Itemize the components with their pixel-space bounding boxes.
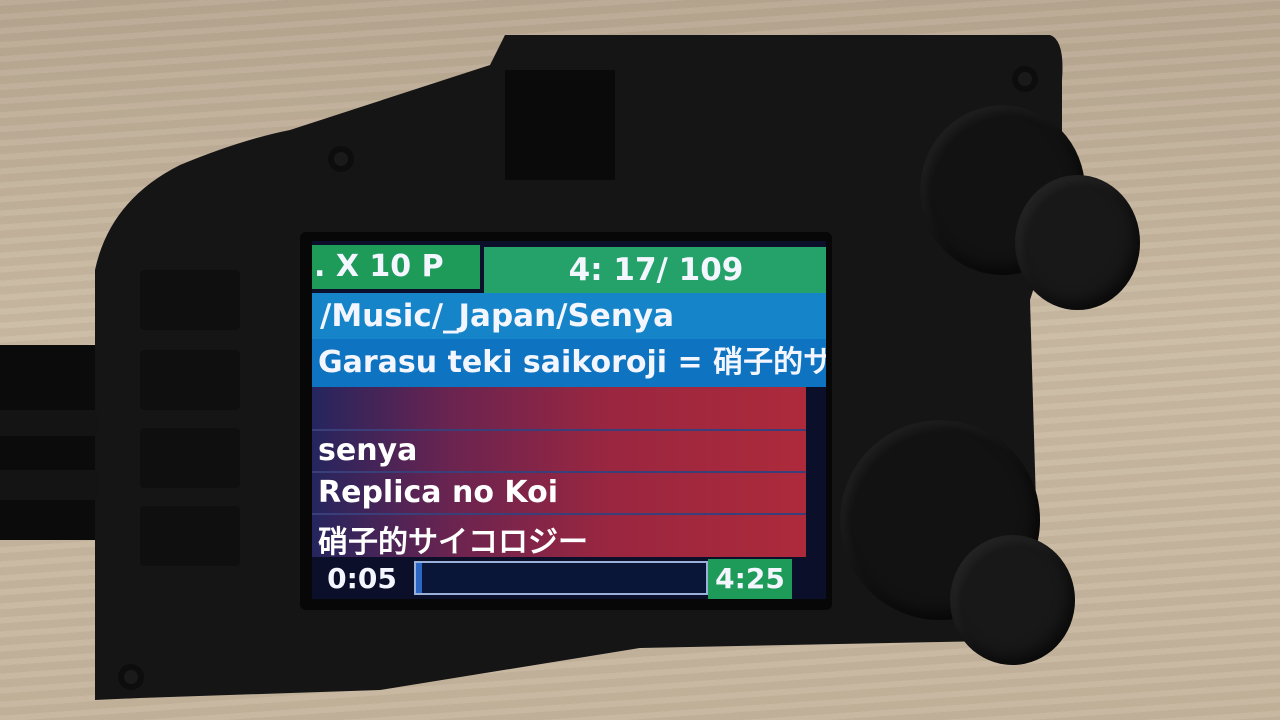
total-time: 4:25 [708,559,792,599]
track-info-panel: senya Replica no Koi 硝子的サイコロジー [312,387,806,560]
progress-fill [416,563,422,593]
album-name: Replica no Koi [318,475,558,510]
divider [312,513,806,515]
artist-name: senya [318,433,418,468]
side-button-3[interactable] [140,428,240,488]
progress-bar[interactable] [414,561,708,595]
screw-top-left [328,146,354,172]
screw-top-right [1012,66,1038,92]
divider [312,429,806,431]
progress-row: 0:05 4:25 [312,559,826,599]
file-title: Garasu teki saikoroji = 硝子的サイ [312,339,826,387]
tft-screen: . X 10 P 4: 17/ 109 /Music/_Japan/Senya … [312,241,826,599]
folder-path: /Music/_Japan/Senya [312,293,826,339]
side-button-2[interactable] [140,350,240,410]
song-title: 硝子的サイコロジー [318,525,588,560]
track-counter: 4: 17/ 109 [484,247,826,293]
side-button-4[interactable] [140,506,240,566]
volume-knob[interactable] [1015,175,1140,310]
navigation-knob[interactable] [950,535,1075,665]
mode-indicator: . X 10 P [312,245,480,289]
music-player-device: . X 10 P 4: 17/ 109 /Music/_Japan/Senya … [0,0,1280,720]
screw-bottom-left [118,664,144,690]
side-button-1[interactable] [140,270,240,330]
divider [312,471,806,473]
elapsed-time: 0:05 [327,562,397,595]
